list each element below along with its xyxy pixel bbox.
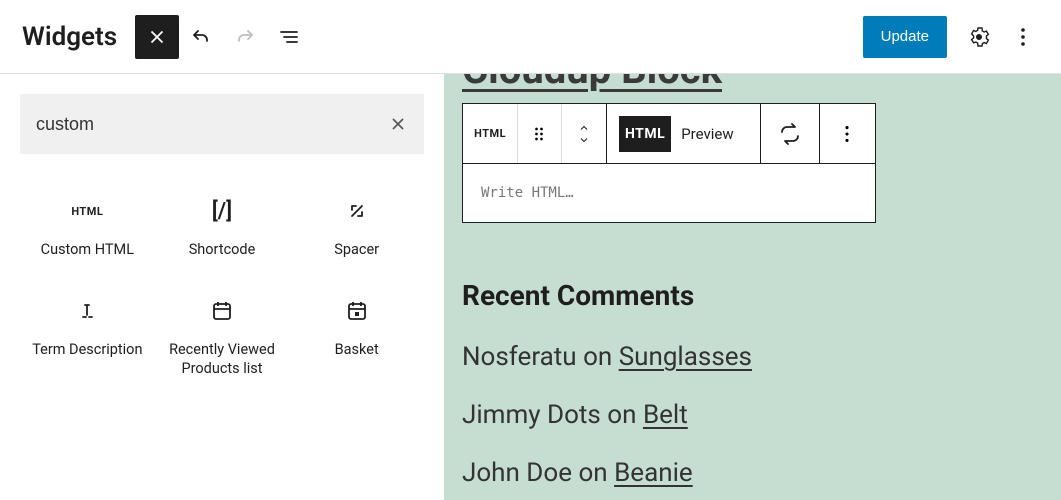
html-tab[interactable]: HTML [619, 116, 671, 152]
comment-author: Jimmy Dots [462, 400, 601, 430]
close-icon [146, 26, 168, 48]
gear-icon [967, 25, 991, 49]
comment-post-link[interactable]: Beanie [614, 458, 693, 488]
basket-icon [345, 296, 369, 326]
calendar-icon [210, 296, 234, 326]
more-vertical-icon [836, 123, 858, 145]
comment-item: Jimmy Dots on Belt [462, 400, 1039, 430]
redo-icon [233, 25, 257, 49]
close-icon [388, 114, 408, 134]
more-options-button[interactable] [1001, 15, 1045, 59]
block-basket[interactable]: Basket [289, 290, 424, 385]
drag-icon [529, 124, 549, 144]
block-toolbar: HTML HTML Preview [463, 104, 875, 164]
block-term-description[interactable]: Term Description [20, 290, 155, 385]
move-buttons[interactable] [562, 104, 607, 163]
undo-icon [189, 25, 213, 49]
list-view-button[interactable] [267, 15, 311, 59]
chevron-down-icon [575, 134, 593, 146]
page-title: Widgets [22, 22, 117, 52]
comment-item: Nosferatu on Sunglasses [462, 342, 1039, 372]
block-shortcode[interactable]: [/] Shortcode [155, 190, 290, 266]
main: HTML Custom HTML [/] Shortcode Spacer Te… [0, 74, 1061, 500]
comment-author: John Doe [462, 458, 572, 488]
comment-post-link[interactable]: Sunglasses [619, 342, 752, 372]
undo-button[interactable] [179, 15, 223, 59]
block-grid: HTML Custom HTML [/] Shortcode Spacer Te… [20, 190, 424, 385]
block-recently-viewed[interactable]: Recently Viewed Products list [155, 290, 290, 385]
term-description-icon [75, 296, 99, 326]
comment-author: Nosferatu [462, 342, 577, 372]
block-custom-html[interactable]: HTML Custom HTML [20, 190, 155, 266]
topbar: Widgets Update [0, 0, 1061, 74]
more-vertical-icon [1011, 25, 1035, 49]
block-inserter-panel: HTML Custom HTML [/] Shortcode Spacer Te… [0, 74, 444, 500]
html-icon: HTML [71, 196, 103, 226]
block-label: Basket [335, 340, 379, 360]
comment-on: on [578, 458, 607, 488]
clear-search-button[interactable] [388, 114, 408, 134]
spacer-icon [345, 196, 369, 226]
search-box [20, 94, 424, 154]
close-inserter-button[interactable] [135, 15, 179, 59]
html-icon: HTML [474, 127, 506, 140]
drag-handle[interactable] [518, 104, 561, 163]
block-label: Term Description [32, 340, 142, 360]
comment-post-link[interactable]: Belt [643, 400, 688, 430]
comment-item: John Doe on Beanie [462, 458, 1039, 488]
block-label: Spacer [334, 240, 379, 260]
comment-on: on [607, 400, 636, 430]
recent-comments-heading: Recent Comments [462, 279, 1039, 312]
html-input-area[interactable]: Write HTML… [463, 164, 875, 222]
block-label: Recently Viewed Products list [159, 340, 286, 379]
editor-canvas: Cloudup Block HTML HTML Preview [444, 74, 1061, 500]
shortcode-icon: [/] [212, 196, 232, 226]
block-type-button[interactable]: HTML [463, 104, 518, 163]
html-placeholder: Write HTML… [481, 185, 574, 201]
preview-tab[interactable]: Preview [671, 125, 747, 143]
comment-on: on [583, 342, 612, 372]
block-spacer[interactable]: Spacer [289, 190, 424, 266]
loop-icon [778, 122, 802, 146]
settings-button[interactable] [957, 15, 1001, 59]
html-preview-toggle: HTML Preview [607, 104, 761, 163]
block-more-button[interactable] [820, 104, 875, 163]
chevron-up-icon [575, 122, 593, 134]
block-label: Custom HTML [41, 240, 134, 260]
update-button[interactable]: Update [863, 16, 947, 58]
html-block: HTML HTML Preview [462, 103, 876, 223]
redo-button[interactable] [223, 15, 267, 59]
block-label: Shortcode [189, 240, 256, 260]
search-input[interactable] [36, 114, 388, 135]
transform-button[interactable] [761, 104, 820, 163]
cloudup-heading: Cloudup Block [462, 74, 1039, 93]
list-view-icon [277, 25, 301, 49]
